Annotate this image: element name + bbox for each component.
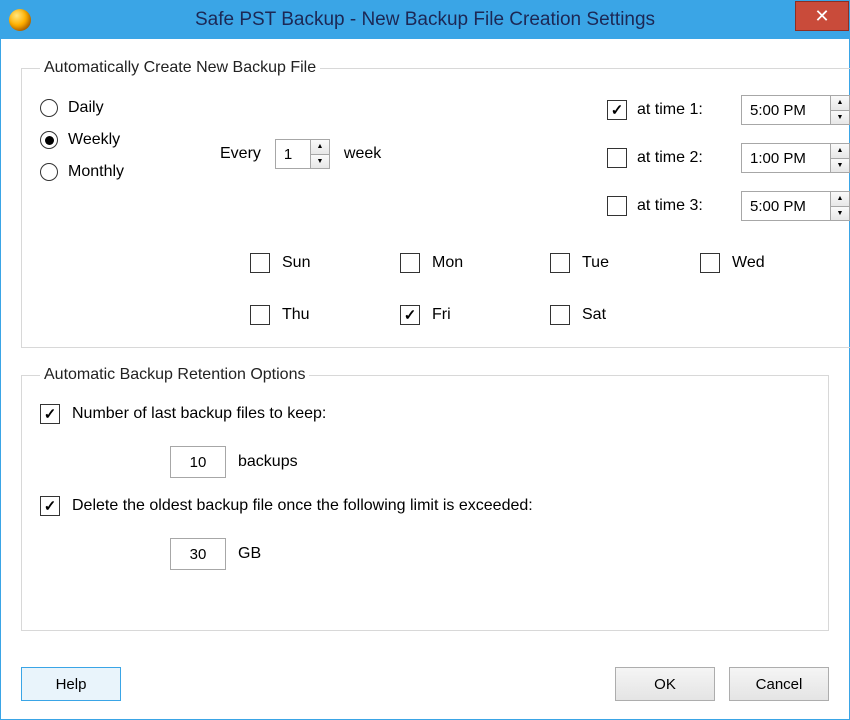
- ok-button[interactable]: OK: [615, 667, 715, 701]
- weekday-grid: Sun Mon Tue Wed Thu Fri Sat: [250, 253, 850, 325]
- checkbox-thu[interactable]: [250, 305, 270, 325]
- radio-daily-label: Daily: [68, 99, 104, 117]
- day-thu-label: Thu: [282, 306, 310, 324]
- keep-count-label: Number of last backup files to keep:: [72, 405, 326, 423]
- cancel-button[interactable]: Cancel: [729, 667, 829, 701]
- radio-icon: [40, 99, 58, 117]
- radio-icon: [40, 131, 58, 149]
- radio-weekly-label: Weekly: [68, 131, 120, 149]
- radio-icon: [40, 163, 58, 181]
- spin-down-icon[interactable]: ▼: [311, 155, 329, 169]
- checkbox-delete-limit[interactable]: [40, 496, 60, 516]
- day-sat-label: Sat: [582, 306, 606, 324]
- spin-up-icon[interactable]: ▲: [831, 144, 849, 159]
- time-column: at time 1: ▲▼ at time 2:: [607, 91, 850, 221]
- checkbox-fri[interactable]: [400, 305, 420, 325]
- checkbox-sat[interactable]: [550, 305, 570, 325]
- time-row-3: at time 3: ▲▼: [607, 191, 850, 221]
- checkbox-time-3[interactable]: [607, 196, 627, 216]
- every-unit: week: [344, 145, 381, 163]
- time-3-label: at time 3:: [637, 197, 703, 215]
- spin-up-icon[interactable]: ▲: [831, 192, 849, 207]
- checkbox-sun[interactable]: [250, 253, 270, 273]
- day-wed-label: Wed: [732, 254, 765, 272]
- time-3-spinner[interactable]: ▲▼: [741, 191, 850, 221]
- dialog-window: Safe PST Backup - New Backup File Creati…: [0, 0, 850, 720]
- spin-down-icon[interactable]: ▼: [831, 159, 849, 173]
- group-retention: Automatic Backup Retention Options Numbe…: [21, 366, 829, 631]
- keep-count-input[interactable]: [170, 446, 226, 478]
- app-icon: [9, 9, 31, 31]
- time-1-label: at time 1:: [637, 101, 703, 119]
- checkbox-keep-count[interactable]: [40, 404, 60, 424]
- close-button[interactable]: ✕: [795, 1, 849, 31]
- every-interval: Every ▲ ▼ week: [220, 91, 381, 169]
- frequency-radios: Daily Weekly Monthly: [40, 91, 220, 181]
- day-tue-label: Tue: [582, 254, 609, 272]
- radio-monthly[interactable]: Monthly: [40, 163, 220, 181]
- every-input[interactable]: [276, 140, 310, 168]
- day-sun-label: Sun: [282, 254, 310, 272]
- close-icon: ✕: [814, 6, 829, 27]
- help-button[interactable]: Help: [21, 667, 121, 701]
- spin-up-icon[interactable]: ▲: [311, 140, 329, 155]
- time-row-2: at time 2: ▲▼: [607, 143, 850, 173]
- spin-down-icon[interactable]: ▼: [831, 111, 849, 125]
- time-1-input[interactable]: [742, 96, 830, 124]
- group-retention-legend: Automatic Backup Retention Options: [40, 366, 309, 384]
- delete-limit-input[interactable]: [170, 538, 226, 570]
- spin-down-icon[interactable]: ▼: [831, 207, 849, 221]
- window-title: Safe PST Backup - New Backup File Creati…: [1, 9, 849, 31]
- every-spinner[interactable]: ▲ ▼: [275, 139, 330, 169]
- time-1-spinner[interactable]: ▲▼: [741, 95, 850, 125]
- group-create-backup: Automatically Create New Backup File Dai…: [21, 59, 850, 348]
- radio-monthly-label: Monthly: [68, 163, 124, 181]
- group-create-backup-legend: Automatically Create New Backup File: [40, 59, 320, 77]
- spin-up-icon[interactable]: ▲: [831, 96, 849, 111]
- dialog-content: Automatically Create New Backup File Dai…: [1, 39, 849, 659]
- checkbox-time-2[interactable]: [607, 148, 627, 168]
- day-mon-label: Mon: [432, 254, 463, 272]
- time-2-label: at time 2:: [637, 149, 703, 167]
- every-label: Every: [220, 145, 261, 163]
- time-3-input[interactable]: [742, 192, 830, 220]
- keep-count-unit: backups: [238, 453, 298, 471]
- day-fri-label: Fri: [432, 306, 451, 324]
- time-2-spinner[interactable]: ▲▼: [741, 143, 850, 173]
- time-2-input[interactable]: [742, 144, 830, 172]
- checkbox-time-1[interactable]: [607, 100, 627, 120]
- delete-limit-label: Delete the oldest backup file once the f…: [72, 497, 533, 515]
- delete-limit-unit: GB: [238, 545, 261, 563]
- titlebar: Safe PST Backup - New Backup File Creati…: [1, 1, 849, 39]
- checkbox-tue[interactable]: [550, 253, 570, 273]
- dialog-footer: Help OK Cancel: [1, 659, 849, 719]
- checkbox-mon[interactable]: [400, 253, 420, 273]
- radio-weekly[interactable]: Weekly: [40, 131, 220, 149]
- time-row-1: at time 1: ▲▼: [607, 95, 850, 125]
- radio-daily[interactable]: Daily: [40, 99, 220, 117]
- checkbox-wed[interactable]: [700, 253, 720, 273]
